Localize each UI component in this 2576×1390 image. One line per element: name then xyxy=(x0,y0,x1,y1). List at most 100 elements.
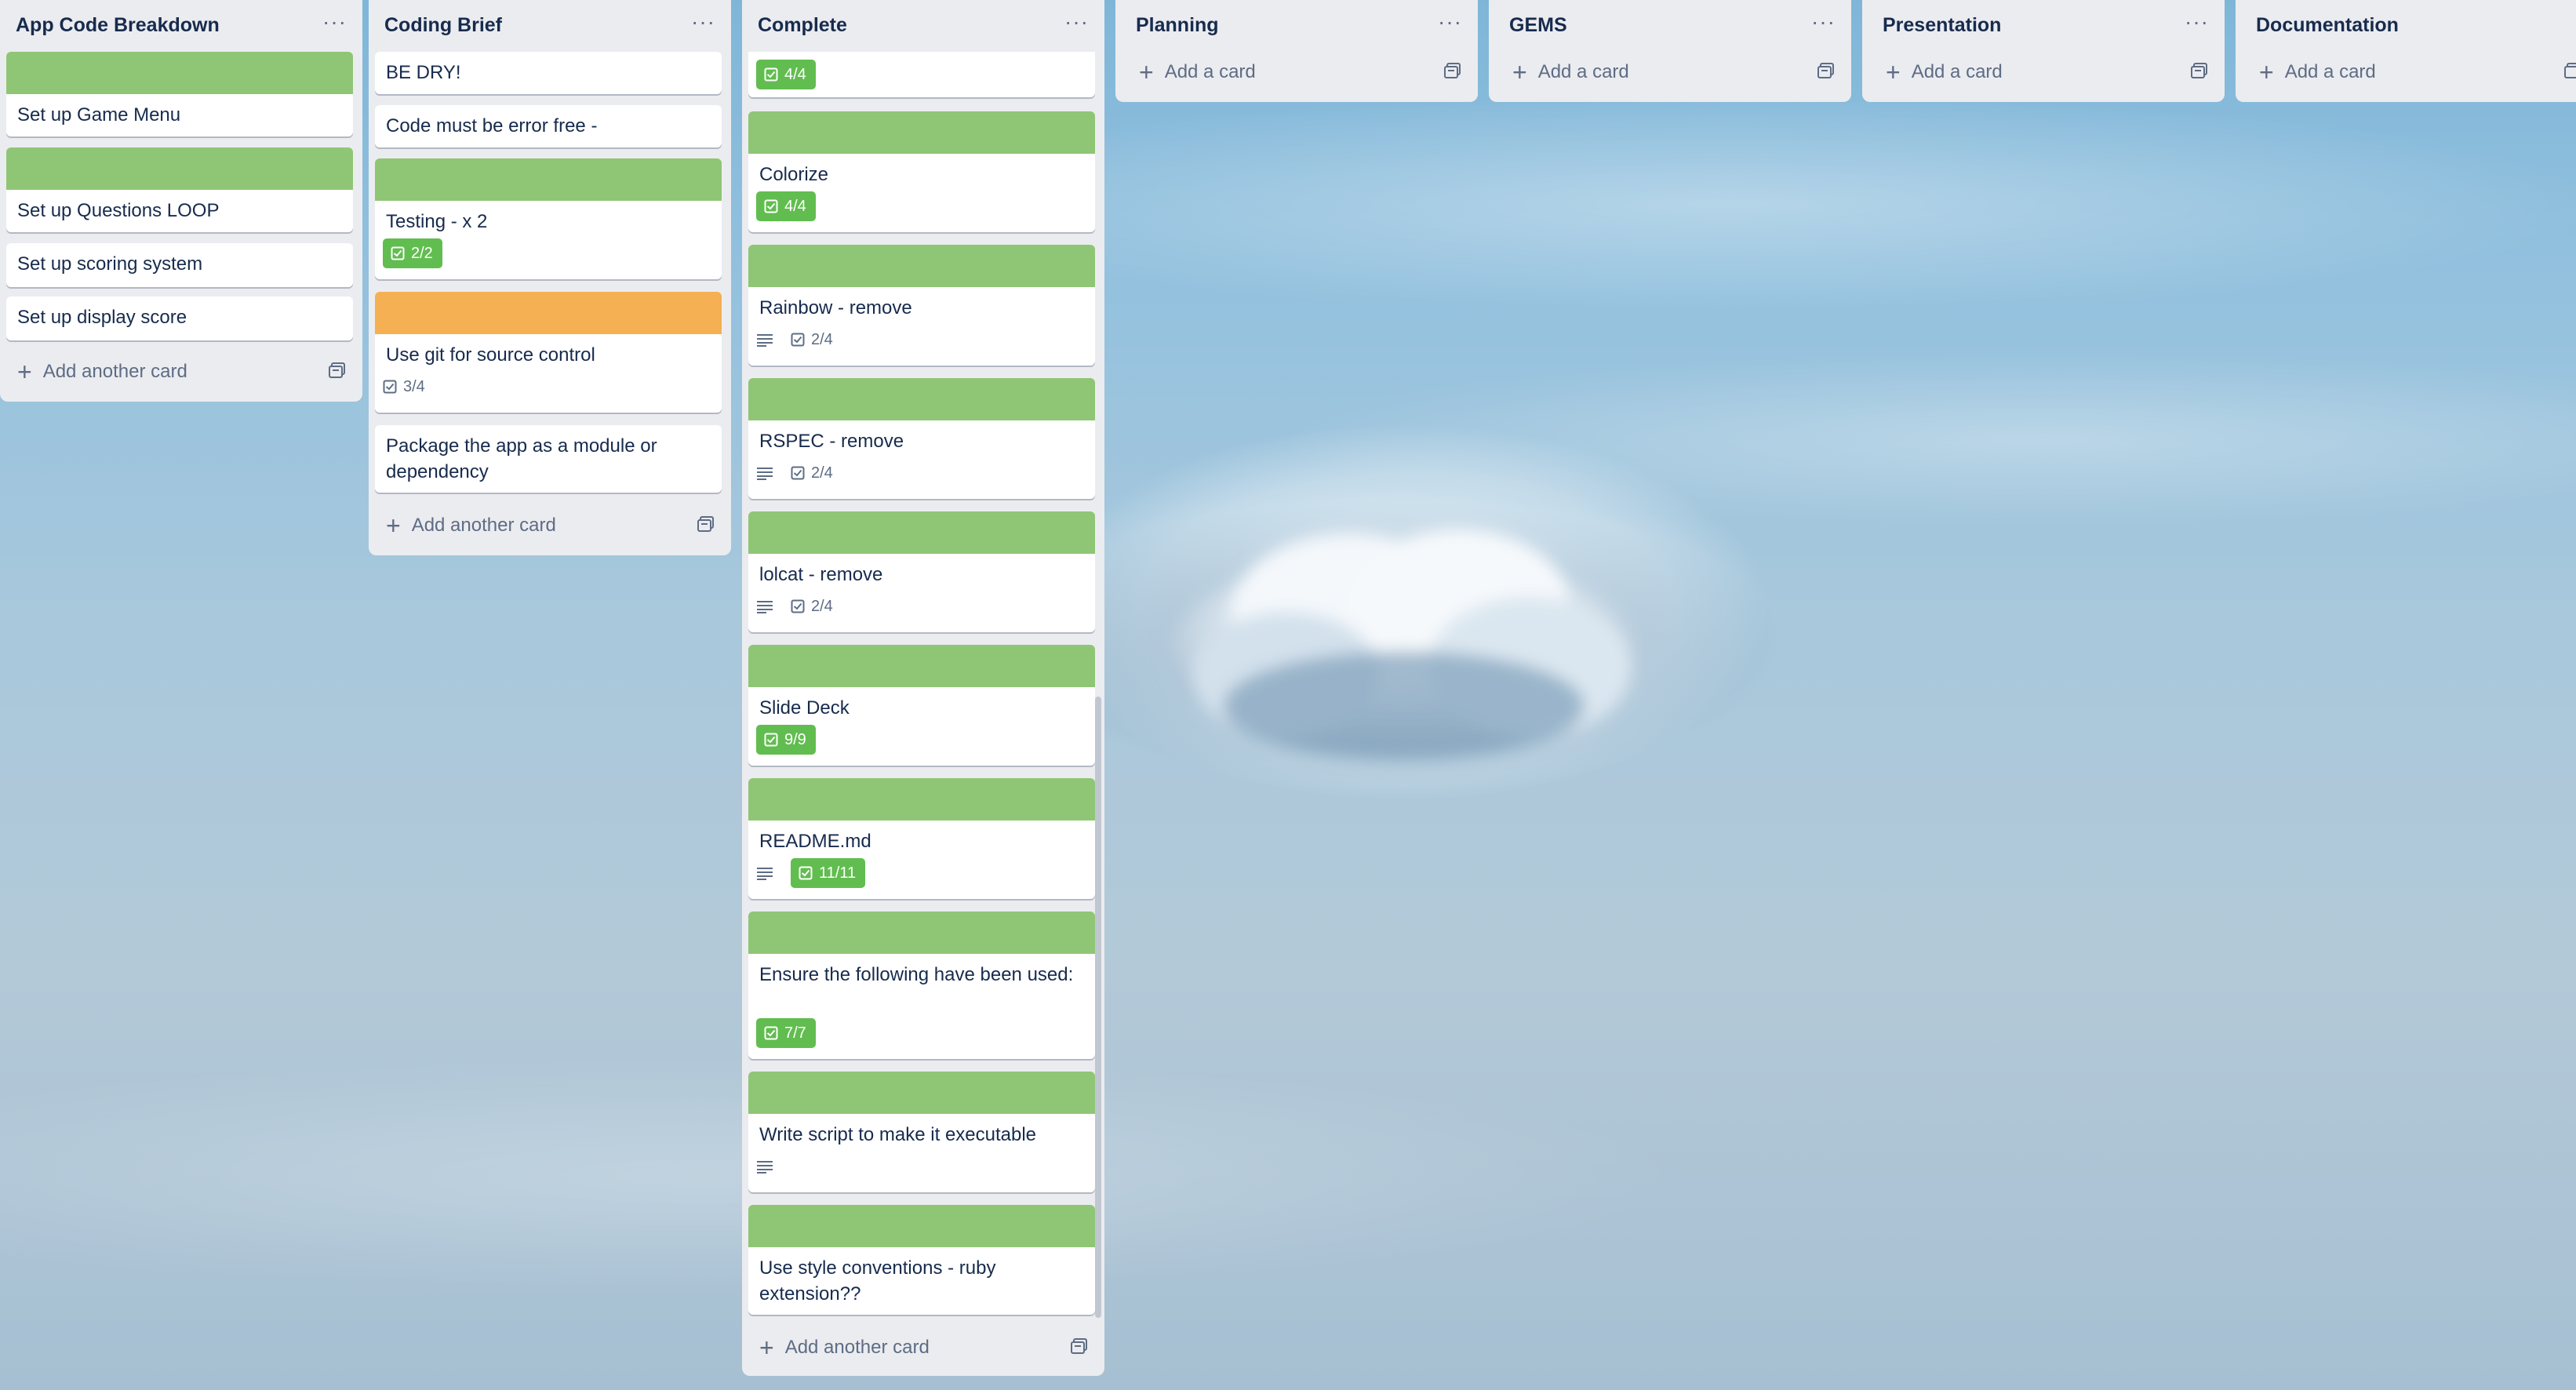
card-title: Code must be error free - xyxy=(386,115,598,136)
card[interactable]: Rainbow - remove 2/4 xyxy=(748,245,1095,366)
list-documentation: Documentation + Add a card xyxy=(2236,0,2576,102)
checkbox-icon xyxy=(391,246,405,260)
card-template-icon[interactable] xyxy=(1817,61,1836,80)
card[interactable]: Colorize 4/4 xyxy=(748,111,1095,232)
checklist-count: 2/2 xyxy=(411,244,433,262)
card[interactable]: Set up scoring system xyxy=(6,243,353,287)
card-badges: 4/4 xyxy=(756,60,816,89)
card[interactable]: BE DRY! xyxy=(375,52,722,94)
description-badge xyxy=(756,1152,773,1181)
card-title: Rainbow - remove xyxy=(759,297,912,318)
description-badge xyxy=(756,858,773,888)
checklist-count: 7/7 xyxy=(784,1024,806,1042)
add-card-label: Add a card xyxy=(1164,61,1256,82)
card[interactable]: Code must be error free - xyxy=(375,105,722,147)
more-horizontal-icon[interactable]: ··· xyxy=(2185,9,2209,35)
card-badges: 9/9 xyxy=(756,725,816,755)
checklist-count: 11/11 xyxy=(819,864,857,882)
card[interactable]: Set up Game Menu xyxy=(6,52,353,136)
list-scrollbar[interactable] xyxy=(1095,697,1101,1318)
card[interactable]: Write script to make it executable xyxy=(748,1072,1095,1192)
card-title: RSPEC - remove xyxy=(759,431,904,452)
card-title: Ensure the following have been used: xyxy=(759,964,1074,985)
card-cover xyxy=(375,158,722,201)
plus-icon: + xyxy=(1139,58,1154,86)
card-title: Set up Questions LOOP xyxy=(17,200,220,221)
card[interactable]: Package the app as a module or dependenc… xyxy=(375,425,722,493)
card-title: Write script to make it executable xyxy=(759,1124,1037,1145)
add-card-button[interactable]: + Add another card xyxy=(17,356,347,388)
card[interactable]: Ensure the following have been used: 7/7 xyxy=(748,912,1095,1059)
checkbox-icon xyxy=(764,67,778,82)
add-card-label: Add a card xyxy=(1537,61,1629,82)
card[interactable]: RSPEC - remove 2/4 xyxy=(748,378,1095,499)
card[interactable]: Slide Deck 9/9 xyxy=(748,645,1095,766)
more-horizontal-icon[interactable]: ··· xyxy=(691,9,715,35)
description-lines-icon xyxy=(757,868,773,880)
checklist-count: 3/4 xyxy=(403,377,425,395)
card-title: Slide Deck xyxy=(759,697,850,719)
card-template-icon[interactable] xyxy=(1443,61,1462,80)
list-header: GEMS ··· xyxy=(1489,0,1851,52)
checklist-count: 9/9 xyxy=(784,730,806,748)
card[interactable]: lolcat - remove 2/4 xyxy=(748,511,1095,632)
checkbox-icon xyxy=(791,599,805,613)
card-template-icon[interactable] xyxy=(2563,61,2576,80)
card-template-icon[interactable] xyxy=(2190,61,2209,80)
checklist-badge: 2/4 xyxy=(791,458,833,488)
list-title[interactable]: Planning xyxy=(1136,14,1219,37)
list-title[interactable]: GEMS xyxy=(1509,14,1567,37)
checklist-badge: 2/2 xyxy=(383,238,442,268)
add-card-button[interactable]: + Add another card xyxy=(386,510,715,541)
checklist-count: 4/4 xyxy=(784,65,806,83)
checkbox-icon xyxy=(764,199,778,213)
list-title[interactable]: App Code Breakdown xyxy=(16,14,220,37)
checklist-count: 4/4 xyxy=(784,197,806,215)
card-title: Colorize xyxy=(759,164,829,185)
list-title[interactable]: Complete xyxy=(758,14,847,37)
list-app-code-breakdown: App Code Breakdown ··· Set up Game Menu … xyxy=(0,0,362,402)
card-template-icon[interactable] xyxy=(697,515,715,533)
card[interactable]: 4/4 xyxy=(748,52,1095,97)
more-horizontal-icon[interactable]: ··· xyxy=(1811,9,1836,35)
checkbox-icon xyxy=(791,333,805,347)
card-title: Testing - x 2 xyxy=(386,211,488,232)
more-horizontal-icon[interactable]: ··· xyxy=(322,9,347,35)
description-badge xyxy=(756,591,773,621)
card-title: Set up display score xyxy=(17,307,187,328)
card-badges: 2/2 xyxy=(383,238,442,268)
more-horizontal-icon[interactable]: ··· xyxy=(1064,9,1089,35)
card-template-icon[interactable] xyxy=(328,361,347,380)
description-lines-icon xyxy=(757,601,773,613)
list-title[interactable]: Documentation xyxy=(2256,14,2399,37)
card[interactable]: Use git for source control 3/4 xyxy=(375,292,722,413)
add-card-button[interactable]: + Add a card xyxy=(1512,56,1836,88)
add-card-button[interactable]: + Add a card xyxy=(2259,56,2576,88)
checklist-badge: 4/4 xyxy=(756,191,816,221)
checklist-badge: 11/11 xyxy=(791,858,866,888)
card[interactable]: README.md 11/11 xyxy=(748,778,1095,899)
add-card-button[interactable]: + Add a card xyxy=(1886,56,2209,88)
description-badge xyxy=(756,325,773,355)
add-card-button[interactable]: + Add a card xyxy=(1139,56,1462,88)
card[interactable]: Set up Questions LOOP xyxy=(6,147,353,232)
card-template-icon[interactable] xyxy=(1070,1337,1089,1355)
add-card-label: Add a card xyxy=(1911,61,2003,82)
card-cover xyxy=(748,111,1095,154)
card[interactable]: Set up display score xyxy=(6,297,353,340)
card[interactable]: Testing - x 2 2/2 xyxy=(375,158,722,279)
list-title[interactable]: Presentation xyxy=(1883,14,2001,37)
card-cover xyxy=(748,1072,1095,1114)
card-cover xyxy=(748,1205,1095,1247)
card-badges: 11/11 xyxy=(756,858,866,888)
add-card-button[interactable]: + Add another card xyxy=(759,1332,1089,1363)
list-title[interactable]: Coding Brief xyxy=(384,14,502,37)
checklist-badge: 3/4 xyxy=(383,372,425,402)
card[interactable]: Use style conventions - ruby extension?? xyxy=(748,1205,1095,1315)
more-horizontal-icon[interactable]: ··· xyxy=(1438,9,1462,35)
checkbox-icon xyxy=(764,1026,778,1040)
description-lines-icon xyxy=(757,334,773,347)
add-card-label: Add another card xyxy=(411,515,556,536)
card-cover xyxy=(748,245,1095,287)
checkbox-icon xyxy=(799,866,813,880)
